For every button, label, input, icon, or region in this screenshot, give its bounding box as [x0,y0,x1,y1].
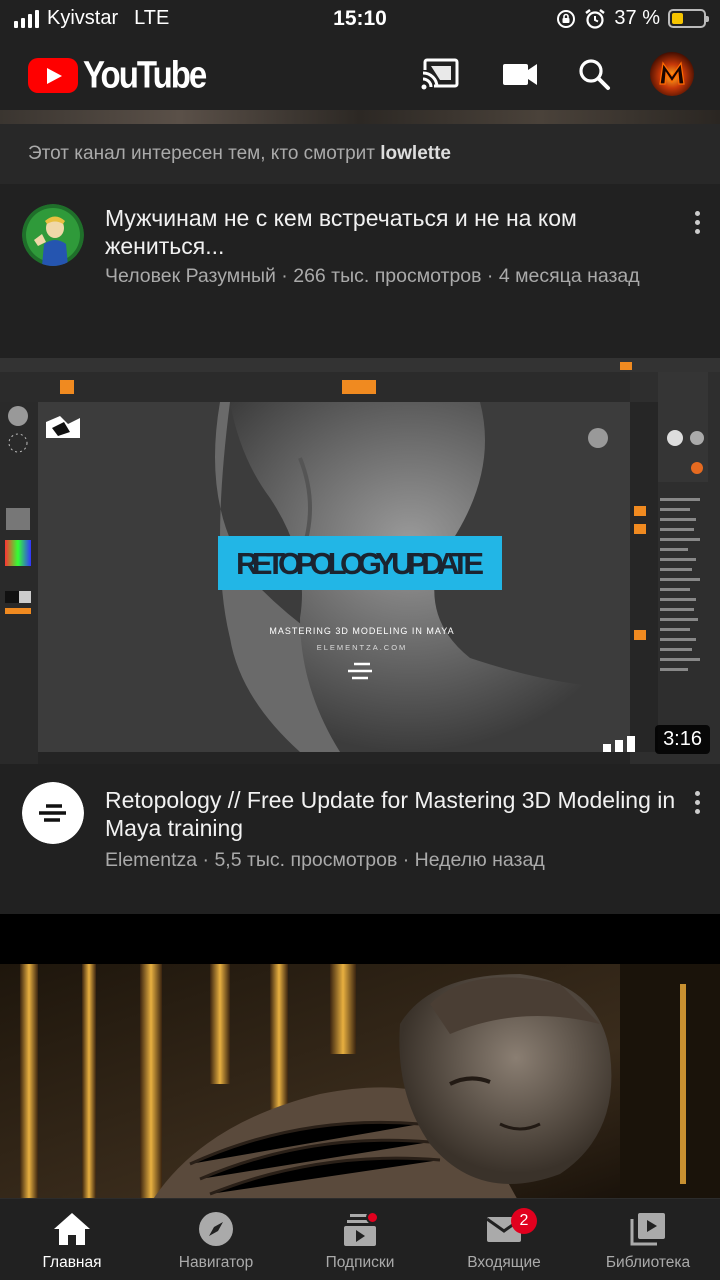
tab-label: Навигатор [178,1254,254,1271]
video-card[interactable]: Retopology // Free Update for Mastering … [0,764,720,914]
account-avatar[interactable] [650,52,694,96]
orientation-lock-icon [557,9,576,28]
thumbnail-image: RETOPOLOGY UPDATE MASTERING 3D MODELING … [0,358,720,764]
channel-avatar[interactable] [22,782,84,844]
tab-explore[interactable]: Навигатор [144,1199,288,1280]
shelf-note-channel: lowlette [380,143,451,164]
more-options-icon[interactable] [695,211,701,234]
tab-library[interactable]: Библиотека [576,1199,720,1280]
video-title[interactable]: Retopology // Free Update for Mastering … [105,786,678,842]
channel-avatar[interactable] [22,204,84,266]
play-logo-icon [28,57,78,93]
home-icon [54,1213,90,1245]
shelf-note: Этот канал интересен тем, кто смотрит lo… [0,124,720,184]
search-icon[interactable] [575,56,615,92]
thumbnail-headline: RETOPOLOGY UPDATE [236,546,484,581]
tab-subscriptions[interactable]: Подписки [288,1199,432,1280]
notification-badge: 2 [511,1208,537,1234]
app-bar: YouTube [0,38,720,110]
new-content-dot [366,1211,379,1224]
status-bar: Kyivstar LTE 15:10 37 % [0,0,720,38]
video-card[interactable]: Мужчинам не с кем встречаться и не на ко… [0,184,720,358]
cast-icon[interactable] [420,56,460,92]
tab-label: Библиотека [605,1254,691,1271]
tab-label: Входящие [467,1254,541,1271]
video-title[interactable]: Мужчинам не с кем встречаться и не на ко… [105,204,678,260]
tab-label: Подписки [325,1254,395,1271]
compass-icon [199,1212,233,1246]
tab-inbox[interactable]: 2 Входящие [432,1199,576,1280]
video-thumbnail[interactable] [0,964,720,1198]
video-thumbnail[interactable]: RETOPOLOGY UPDATE MASTERING 3D MODELING … [0,358,720,764]
battery-icon [668,9,709,28]
thumbnail-image [0,964,720,1198]
shelf-note-text: Этот канал интересен тем, кто смотрит [28,143,375,164]
more-options-icon[interactable] [695,791,701,814]
previous-video-thumbnail[interactable] [0,110,720,124]
thumbnail-subtitle: MASTERING 3D MODELING IN MAYA [269,626,454,636]
video-meta: Человек Разумный · 266 тыс. просмотров ·… [105,265,640,287]
tab-label: Главная [42,1254,102,1271]
library-icon [630,1213,665,1246]
logo-text: YouTube [83,53,207,96]
video-camera-icon[interactable] [500,56,540,92]
feed-divider [0,914,720,964]
video-meta: Elementza · 5,5 тыс. просмотров · Неделю… [105,849,545,871]
bottom-navigation: Главная Навигатор Подписки 2 Входящие Би… [0,1198,720,1280]
battery-percent: 37 % [614,7,660,29]
thumbnail-site: ELEMENTZA.COM [317,643,408,652]
alarm-icon [585,8,606,29]
video-duration: 3:16 [655,725,710,754]
tab-home[interactable]: Главная [0,1199,144,1280]
youtube-logo[interactable]: YouTube [28,53,207,96]
home-feed[interactable]: Этот канал интересен тем, кто смотрит lo… [0,110,720,1198]
